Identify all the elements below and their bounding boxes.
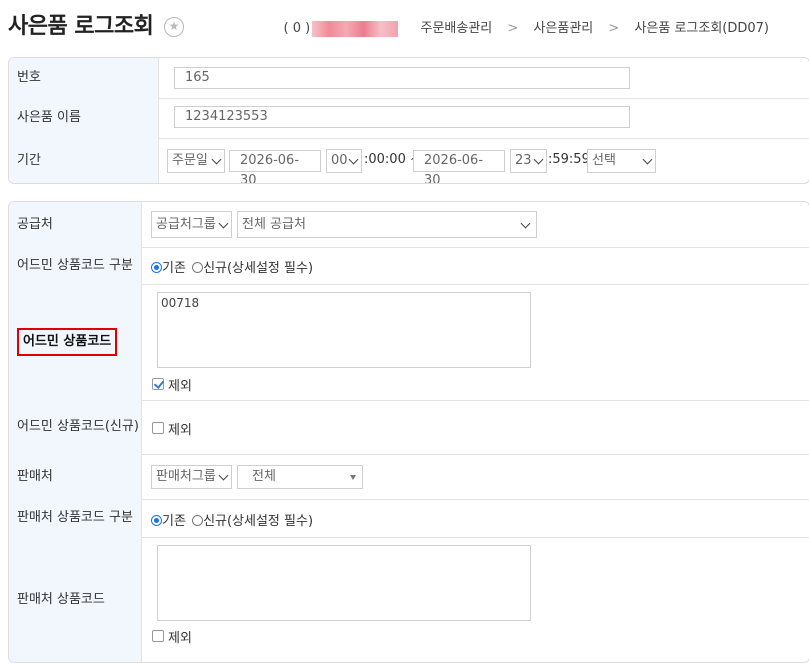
chevron-down-icon xyxy=(218,470,229,481)
label-admin-code: 어드민 상품코드 xyxy=(9,284,142,400)
period-preset-select[interactable]: 선택 xyxy=(587,149,656,173)
row-number: 번호 165 xyxy=(9,58,809,99)
search-panel: 번호 165 사은품 이름 1234123553 기간 주문일 2026-06-… xyxy=(8,57,809,184)
breadcrumb-separator: > xyxy=(608,21,620,36)
seller-code-exclude-checkbox[interactable] xyxy=(152,630,164,642)
row-seller: 판매처 판매처그룹 전체 xyxy=(9,454,809,500)
admin-code-label-highlight: 어드민 상품코드 xyxy=(17,328,118,356)
row-admin-code: 어드민 상품코드 00718 제외 xyxy=(9,284,809,401)
end-hour-select[interactable]: 23 xyxy=(510,149,547,173)
row-seller-code: 판매처 상품코드 제외 xyxy=(9,537,809,662)
end-date-input[interactable]: 2026-06-30 xyxy=(413,150,505,183)
radio-new[interactable] xyxy=(192,515,204,526)
chevron-down-icon xyxy=(348,154,359,165)
row-seller-code-type: 판매처 상품코드 구분 기존 신규(상세설정 필수) xyxy=(9,499,809,538)
filter-panel: 공급처 공급처그룹 전체 공급처 어드민 상품코드 구분 기존 신규(상세설정 … xyxy=(8,201,809,663)
supplier-group-select[interactable]: 공급처그룹 xyxy=(151,211,232,238)
row-admin-code-new: 어드민 상품코드(신규) 제외 xyxy=(9,400,809,455)
seller-code-exclude-label: 제외 xyxy=(168,631,192,646)
number-input[interactable]: 165 xyxy=(174,67,630,89)
seller-code-type-radios: 기존 신규(상세설정 필수) xyxy=(151,510,313,529)
row-period: 기간 주문일 2026-06-30 00 :00:00 ~ 2026-06-30… xyxy=(9,138,809,183)
end-time-rest: :59:59 xyxy=(548,152,590,167)
chevron-down-icon xyxy=(642,154,653,165)
radio-new-label: 신규(상세설정 필수) xyxy=(203,261,314,276)
breadcrumb: ( 0 ) 주문배송관리 > 사은품관리 > 사은품 로그조회(DD07) xyxy=(284,17,769,37)
chevron-down-icon xyxy=(520,218,531,229)
admin-code-exclude-checkbox[interactable] xyxy=(152,378,164,390)
redacted-user-name xyxy=(312,20,399,37)
breadcrumb-separator: > xyxy=(507,21,519,36)
page-header: 사은품 로그조회 ★ ( 0 ) 주문배송관리 > 사은품관리 > 사은품 로그… xyxy=(0,0,809,52)
label-seller: 판매처 xyxy=(9,454,142,499)
admin-code-textarea[interactable]: 00718 xyxy=(157,292,531,368)
admin-code-new-exclude-checkbox[interactable] xyxy=(152,422,164,434)
radio-existing[interactable] xyxy=(151,515,162,526)
supplier-select[interactable]: 전체 공급처 xyxy=(237,211,537,238)
label-supplier: 공급처 xyxy=(9,202,142,247)
label-admin-code-new: 어드민 상품코드(신규) xyxy=(9,400,142,454)
breadcrumb-item-gift[interactable]: 사은품관리 xyxy=(533,17,593,36)
breadcrumb-item-current: 사은품 로그조회(DD07) xyxy=(634,21,769,36)
seller-group-select[interactable]: 판매처그룹 xyxy=(151,465,232,489)
seller-code-textarea[interactable] xyxy=(157,545,531,621)
radio-new-label: 신규(상세설정 필수) xyxy=(203,514,314,529)
radio-existing[interactable] xyxy=(151,262,162,273)
breadcrumb-item-order[interactable]: 주문배송관리 xyxy=(420,17,492,36)
row-supplier: 공급처 공급처그룹 전체 공급처 xyxy=(9,202,809,248)
label-seller-code: 판매처 상품코드 xyxy=(9,537,142,662)
label-admin-code-type: 어드민 상품코드 구분 xyxy=(9,247,142,284)
start-date-input[interactable]: 2026-06-30 xyxy=(229,150,321,183)
chevron-down-icon xyxy=(211,154,222,165)
gift-name-input[interactable]: 1234123553 xyxy=(174,106,630,128)
radio-existing-label: 기존 xyxy=(162,514,186,529)
seller-select[interactable]: 전체 xyxy=(237,465,363,489)
admin-code-new-exclude-label: 제외 xyxy=(168,423,192,438)
admin-code-type-radios: 기존 신규(상세설정 필수) xyxy=(151,257,313,276)
page-title: 사은품 로그조회 xyxy=(8,14,154,39)
radio-existing-label: 기존 xyxy=(162,261,186,276)
date-type-select[interactable]: 주문일 xyxy=(167,149,225,173)
favorite-star-icon[interactable]: ★ xyxy=(164,17,184,37)
label-seller-code-type: 판매처 상품코드 구분 xyxy=(9,499,142,537)
label-number: 번호 xyxy=(9,58,159,98)
user-id-prefix: ( 0 ) xyxy=(283,21,311,36)
label-period: 기간 xyxy=(9,138,159,183)
triangle-down-icon xyxy=(350,475,356,480)
label-gift-name: 사은품 이름 xyxy=(9,98,159,138)
chevron-down-icon xyxy=(218,218,229,229)
start-hour-select[interactable]: 00 xyxy=(326,149,362,173)
row-gift-name: 사은품 이름 1234123553 xyxy=(9,98,809,139)
admin-code-exclude-label: 제외 xyxy=(168,379,192,394)
row-admin-code-type: 어드민 상품코드 구분 기존 신규(상세설정 필수) xyxy=(9,247,809,285)
radio-new[interactable] xyxy=(192,262,204,273)
chevron-down-icon xyxy=(533,154,544,165)
